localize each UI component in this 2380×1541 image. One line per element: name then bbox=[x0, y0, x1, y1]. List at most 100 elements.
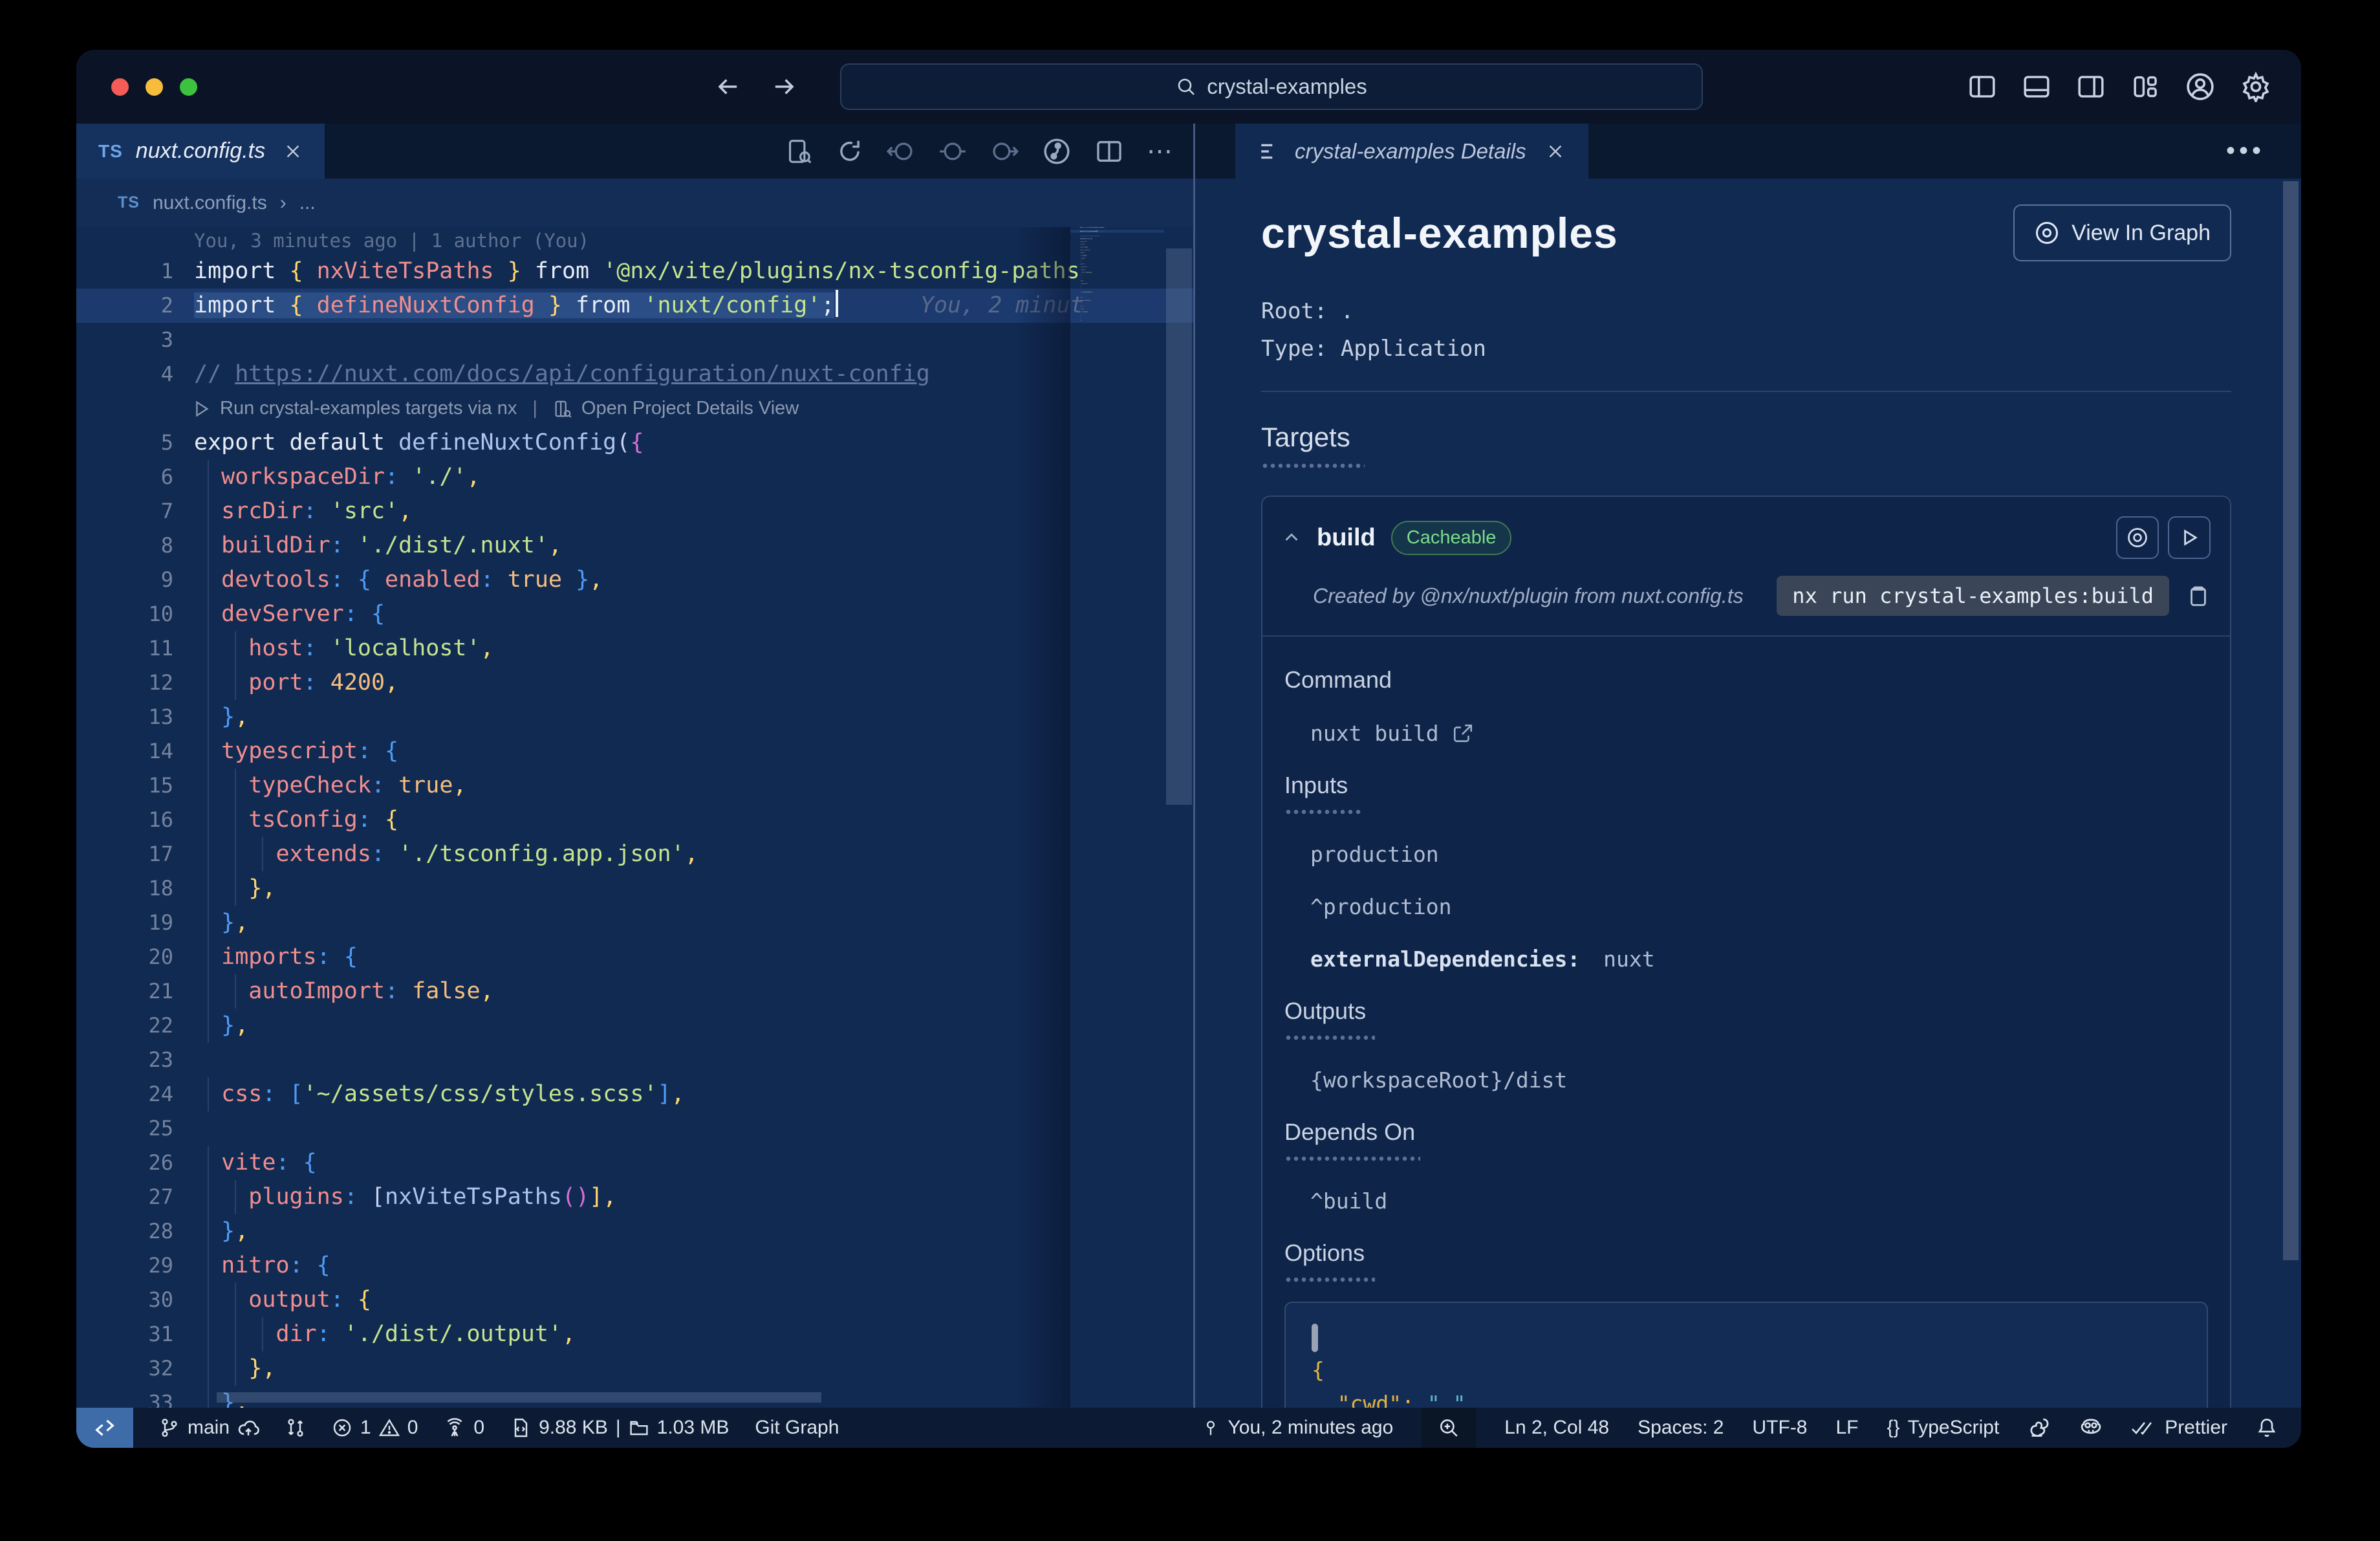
line-number[interactable]: 28 bbox=[76, 1214, 173, 1249]
breadcrumb-file[interactable]: nuxt.config.ts bbox=[153, 192, 267, 214]
line-number[interactable]: 3 bbox=[76, 323, 173, 357]
line-number[interactable]: 1 bbox=[76, 254, 173, 289]
vertical-scrollbar[interactable] bbox=[1166, 248, 1192, 805]
project-type: Type: Application bbox=[1261, 336, 1486, 362]
notifications-bell-icon[interactable] bbox=[2256, 1417, 2278, 1439]
minimize-window-button[interactable] bbox=[146, 78, 163, 96]
line-number[interactable]: 4 bbox=[76, 357, 173, 391]
more-actions-icon[interactable]: ••• bbox=[2226, 137, 2301, 166]
encoding-item[interactable]: UTF-8 bbox=[1753, 1417, 1808, 1439]
line-number[interactable]: 29 bbox=[76, 1249, 173, 1283]
line-number[interactable]: 8 bbox=[76, 529, 173, 563]
split-editor-icon[interactable] bbox=[1095, 137, 1123, 166]
language-mode-item[interactable]: {} TypeScript bbox=[1887, 1417, 2000, 1439]
git-branch-item[interactable]: main bbox=[159, 1417, 259, 1439]
view-in-graph-button[interactable]: View In Graph bbox=[2013, 204, 2231, 261]
cursor-position-item[interactable]: Ln 2, Col 48 bbox=[1504, 1417, 1609, 1439]
blame-item[interactable]: You, 2 minutes ago bbox=[1201, 1417, 1393, 1439]
source-control-graph-item[interactable] bbox=[285, 1417, 306, 1438]
line-number[interactable]: 33 bbox=[76, 1386, 173, 1408]
tab-project-details[interactable]: crystal-examples Details bbox=[1235, 124, 1588, 179]
line-number[interactable]: 27 bbox=[76, 1180, 173, 1214]
toggle-secondary-sidebar-icon[interactable] bbox=[2076, 72, 2106, 102]
problems-item[interactable]: 1 0 bbox=[332, 1417, 418, 1439]
close-window-button[interactable] bbox=[111, 78, 129, 96]
line-number[interactable]: 10 bbox=[76, 597, 173, 631]
command-center-search[interactable]: crystal-examples bbox=[840, 63, 1703, 110]
line-number[interactable]: 12 bbox=[76, 666, 173, 700]
external-link-icon[interactable] bbox=[1452, 723, 1474, 745]
squirrel-extension-icon[interactable] bbox=[2028, 1416, 2051, 1439]
line-number[interactable]: 23 bbox=[76, 1043, 173, 1077]
line-number[interactable]: 20 bbox=[76, 940, 173, 974]
maximize-window-button[interactable] bbox=[180, 78, 197, 96]
line-number[interactable]: 16 bbox=[76, 803, 173, 837]
back-icon[interactable] bbox=[715, 73, 742, 100]
tab-nuxt-config[interactable]: TS nuxt.config.ts bbox=[76, 124, 325, 179]
toggle-primary-sidebar-icon[interactable] bbox=[1967, 72, 1997, 102]
code-editor[interactable]: You, 3 minutes ago | 1 author (You) 1 impo… bbox=[76, 227, 1193, 1408]
open-preview-icon[interactable] bbox=[786, 138, 813, 165]
codelens-run-link[interactable]: Run crystal-examples targets via nx bbox=[220, 391, 517, 426]
horizontal-scrollbar[interactable] bbox=[217, 1392, 821, 1403]
line-number[interactable]: 13 bbox=[76, 700, 173, 734]
line-number[interactable]: 15 bbox=[76, 769, 173, 803]
toggle-panel-icon[interactable] bbox=[2022, 72, 2051, 102]
line-number[interactable]: 2 bbox=[76, 289, 173, 323]
code-line[interactable]: 34}); bbox=[1070, 320, 1164, 322]
zoom-item[interactable] bbox=[1422, 1408, 1477, 1448]
line-number[interactable]: 5 bbox=[76, 426, 173, 460]
line-number[interactable]: 9 bbox=[76, 563, 173, 597]
ports-item[interactable]: 0 bbox=[444, 1417, 484, 1439]
settings-gear-icon[interactable] bbox=[2240, 71, 2271, 102]
refresh-icon[interactable] bbox=[836, 138, 863, 165]
close-tab-icon[interactable] bbox=[283, 142, 303, 161]
customize-layout-icon[interactable] bbox=[2130, 72, 2160, 102]
line-number[interactable]: 18 bbox=[76, 871, 173, 906]
run-command-chip[interactable]: nx run crystal-examples:build bbox=[1777, 576, 2169, 616]
line-number[interactable]: 7 bbox=[76, 494, 173, 529]
prettier-item[interactable]: Prettier bbox=[2131, 1417, 2227, 1439]
line-number[interactable]: 6 bbox=[76, 460, 173, 494]
current-change-icon[interactable] bbox=[938, 137, 967, 166]
codelens-open-link[interactable]: Open Project Details View bbox=[581, 391, 799, 426]
file-size-item[interactable]: 9.88 KB | 1.03 MB bbox=[510, 1417, 729, 1439]
line-number[interactable]: 14 bbox=[76, 734, 173, 769]
forward-icon[interactable] bbox=[770, 73, 797, 100]
breadcrumb[interactable]: TS nuxt.config.ts › ... bbox=[76, 179, 1193, 227]
more-actions-icon[interactable]: ⋯ bbox=[1147, 137, 1175, 166]
previous-change-icon[interactable] bbox=[887, 137, 915, 166]
copy-icon[interactable] bbox=[2186, 584, 2211, 608]
line-number[interactable]: 24 bbox=[76, 1077, 173, 1111]
line-number[interactable]: 11 bbox=[76, 631, 173, 666]
next-change-icon[interactable] bbox=[990, 137, 1019, 166]
line-number[interactable]: 21 bbox=[76, 974, 173, 1009]
line-number[interactable]: 22 bbox=[76, 1009, 173, 1043]
git-graph-item[interactable]: Git Graph bbox=[755, 1417, 839, 1439]
collapse-chevron-icon[interactable] bbox=[1282, 528, 1301, 547]
account-icon[interactable] bbox=[2185, 71, 2216, 102]
copilot-icon[interactable] bbox=[2079, 1416, 2103, 1439]
close-tab-icon[interactable] bbox=[1546, 142, 1565, 161]
indent-guide bbox=[208, 1317, 209, 1351]
line-number[interactable]: 26 bbox=[76, 1146, 173, 1180]
line-number[interactable]: 30 bbox=[76, 1283, 173, 1317]
indent-guide bbox=[208, 837, 209, 871]
line-number[interactable]: 25 bbox=[76, 1111, 173, 1146]
run-target-icon[interactable] bbox=[191, 399, 211, 419]
line-number[interactable]: 17 bbox=[76, 837, 173, 871]
minimap[interactable]: You, 3 minutes ago | 1 author (You)1impo… bbox=[1070, 227, 1164, 1408]
open-details-icon[interactable] bbox=[553, 399, 572, 419]
run-target-button[interactable] bbox=[2168, 516, 2211, 559]
remote-indicator[interactable] bbox=[76, 1408, 133, 1448]
timeline-git-icon[interactable] bbox=[1042, 137, 1072, 166]
breadcrumb-more[interactable]: ... bbox=[299, 192, 316, 214]
eol-item[interactable]: LF bbox=[1836, 1417, 1859, 1439]
line-number[interactable]: 31 bbox=[76, 1317, 173, 1351]
view-target-button[interactable] bbox=[2116, 516, 2159, 559]
line-number[interactable]: 32 bbox=[76, 1351, 173, 1386]
details-scrollbar[interactable] bbox=[2283, 181, 2299, 1260]
line-number[interactable]: 19 bbox=[76, 906, 173, 940]
indentation-item[interactable]: Spaces: 2 bbox=[1638, 1417, 1724, 1439]
target-name[interactable]: build bbox=[1317, 524, 1376, 552]
